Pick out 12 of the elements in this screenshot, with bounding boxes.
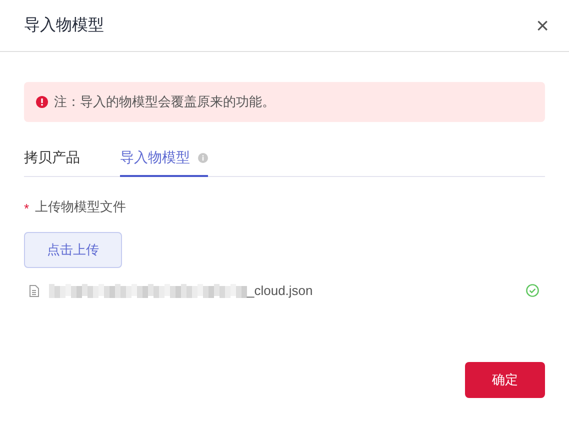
error-icon [36,96,48,108]
field-label: 上传物模型文件 [35,198,126,216]
tab[interactable]: 导入物模型 [120,140,208,177]
file-icon [29,284,39,296]
upload-button[interactable]: 点击上传 [24,232,122,268]
tab[interactable]: 拷贝产品 [24,140,80,177]
required-mark: * [24,202,30,216]
confirm-button[interactable]: 确定 [465,362,545,398]
dialog-title: 导入物模型 [24,16,104,36]
close-button[interactable]: × [536,14,549,36]
file-name: _cloud.json [247,282,313,300]
warning-text: 注：导入的物模型会覆盖原来的功能。 [54,93,275,112]
